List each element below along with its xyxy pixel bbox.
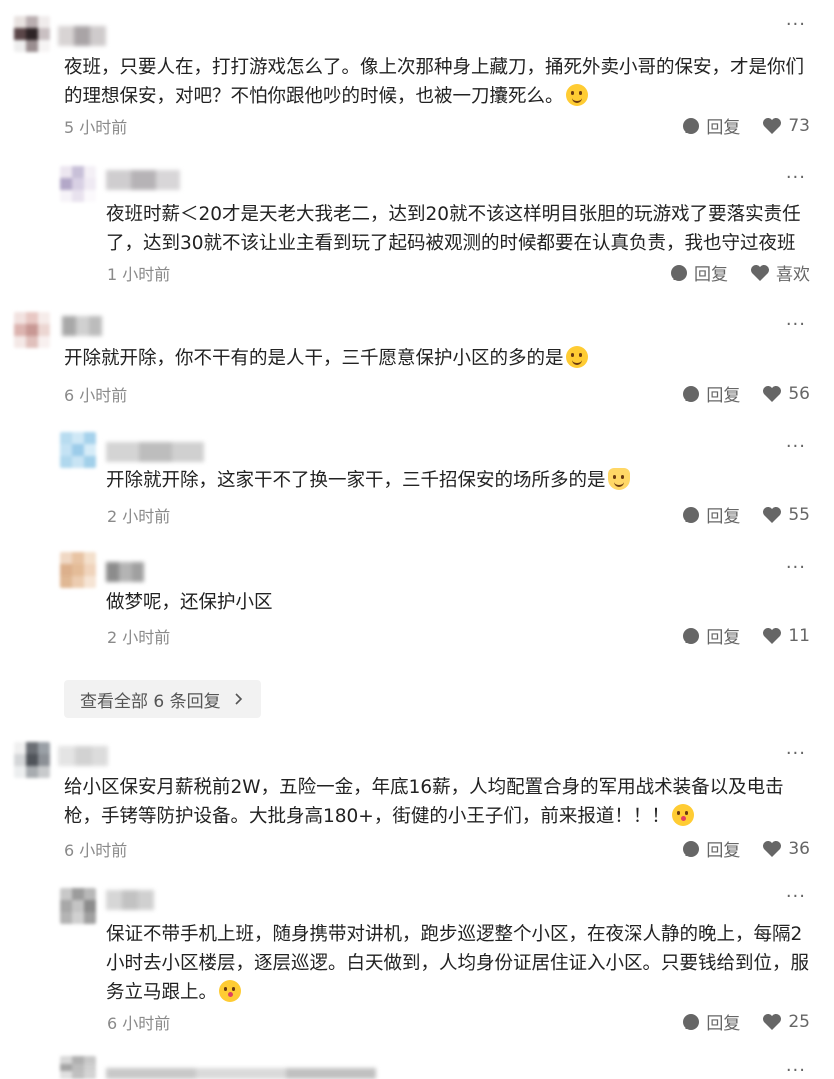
reply-button[interactable]: 回复 (682, 623, 740, 648)
avatar[interactable] (60, 166, 96, 202)
like-button[interactable]: 36 (762, 839, 810, 859)
kiss-emoji-icon (671, 804, 694, 826)
avatar[interactable] (60, 552, 96, 588)
comment-text: 夜班，只要人在，打打游戏怎么了。像上次那种身上藏刀，捅死外卖小哥的保安，才是你们… (64, 57, 805, 107)
like-button[interactable]: 73 (762, 116, 810, 136)
reply-text: 保证不带手机上班，随身携带对讲机，跑步巡逻整个小区，在夜深人静的晚上，每隔2小时… (106, 924, 810, 1003)
grin-emoji-icon (565, 346, 588, 368)
comment-bubble-icon (683, 1013, 700, 1030)
comment-bubble-icon (683, 627, 700, 644)
more-options-button[interactable]: ··· (786, 438, 806, 456)
chevron-right-icon (235, 693, 242, 705)
comment-time: 5 小时前 (64, 118, 128, 137)
avatar[interactable] (60, 1056, 96, 1079)
avatar[interactable] (60, 432, 96, 468)
reply-time: 2 小时前 (107, 628, 171, 647)
avatar[interactable] (14, 742, 50, 778)
username[interactable] (62, 316, 102, 336)
like-button[interactable]: 25 (762, 1012, 810, 1032)
heart-icon (763, 627, 782, 644)
avatar[interactable] (60, 888, 96, 924)
like-button[interactable]: 55 (762, 505, 810, 525)
comment-time: 6 小时前 (64, 841, 128, 860)
username[interactable] (106, 442, 204, 462)
comment-bubble-icon (683, 385, 700, 402)
avatar[interactable] (14, 312, 50, 348)
comment-bubble-icon (683, 840, 700, 857)
laugh-cry-emoji-icon (565, 84, 588, 106)
username[interactable] (106, 562, 144, 582)
comment-bubble-icon (683, 506, 700, 523)
comment-text: 开除就开除，你不干有的是人干，三千愿意保护小区的多的是 (64, 344, 814, 373)
reply-text: 夜班时薪＜20才是天老大我老二，达到20就不该这样明目张胆的玩游戏了要落实责任了… (106, 204, 801, 254)
more-options-button[interactable]: ··· (786, 559, 806, 577)
heart-icon (763, 506, 782, 523)
more-options-button[interactable]: ··· (786, 888, 806, 906)
reply-button[interactable]: 回复 (682, 502, 740, 527)
comment-time: 6 小时前 (64, 386, 128, 405)
reply-button[interactable]: 回复 (682, 381, 740, 406)
heart-icon (763, 840, 782, 857)
heart-icon (763, 1013, 782, 1030)
reply-time: 6 小时前 (107, 1014, 171, 1033)
reply-text: 开除就开除，这家干不了换一家干，三千招保安的场所多的是 (106, 466, 814, 495)
username[interactable] (58, 746, 108, 766)
username[interactable] (58, 26, 106, 46)
more-options-button[interactable]: ··· (786, 16, 806, 34)
more-options-button[interactable]: ··· (786, 1062, 806, 1079)
reply-button[interactable]: 回复 (682, 1009, 740, 1034)
comment-bubble-icon (671, 264, 687, 281)
username[interactable] (106, 170, 180, 190)
comment-text: 给小区保安月薪税前2W，五险一金，年底16薪，人均配置合身的军用战术装备以及电击… (64, 777, 784, 827)
like-button[interactable]: 喜欢 (750, 260, 810, 285)
reply-time: 1 小时前 (107, 265, 171, 284)
username[interactable] (106, 890, 154, 910)
avatar[interactable] (14, 16, 50, 52)
like-button[interactable]: 56 (762, 384, 810, 404)
reply-button[interactable]: 回复 (670, 260, 728, 285)
heart-icon (763, 385, 782, 402)
reply-text: 做梦呢，还保护小区 (106, 592, 273, 613)
more-options-button[interactable]: ··· (786, 745, 806, 763)
view-all-replies-button[interactable]: 查看全部 6 条回复 (64, 680, 261, 718)
like-button[interactable]: 11 (762, 626, 810, 646)
username[interactable] (106, 1068, 376, 1079)
heart-icon (763, 117, 782, 134)
comment-bubble-icon (683, 117, 700, 134)
reply-button[interactable]: 回复 (682, 113, 740, 138)
kiss-emoji-icon (219, 980, 242, 1002)
heart-icon (751, 264, 769, 281)
more-options-button[interactable]: ··· (786, 169, 806, 187)
reply-button[interactable]: 回复 (682, 836, 740, 861)
reply-time: 2 小时前 (107, 507, 171, 526)
cat-emoji-icon (607, 468, 630, 490)
more-options-button[interactable]: ··· (786, 316, 806, 334)
